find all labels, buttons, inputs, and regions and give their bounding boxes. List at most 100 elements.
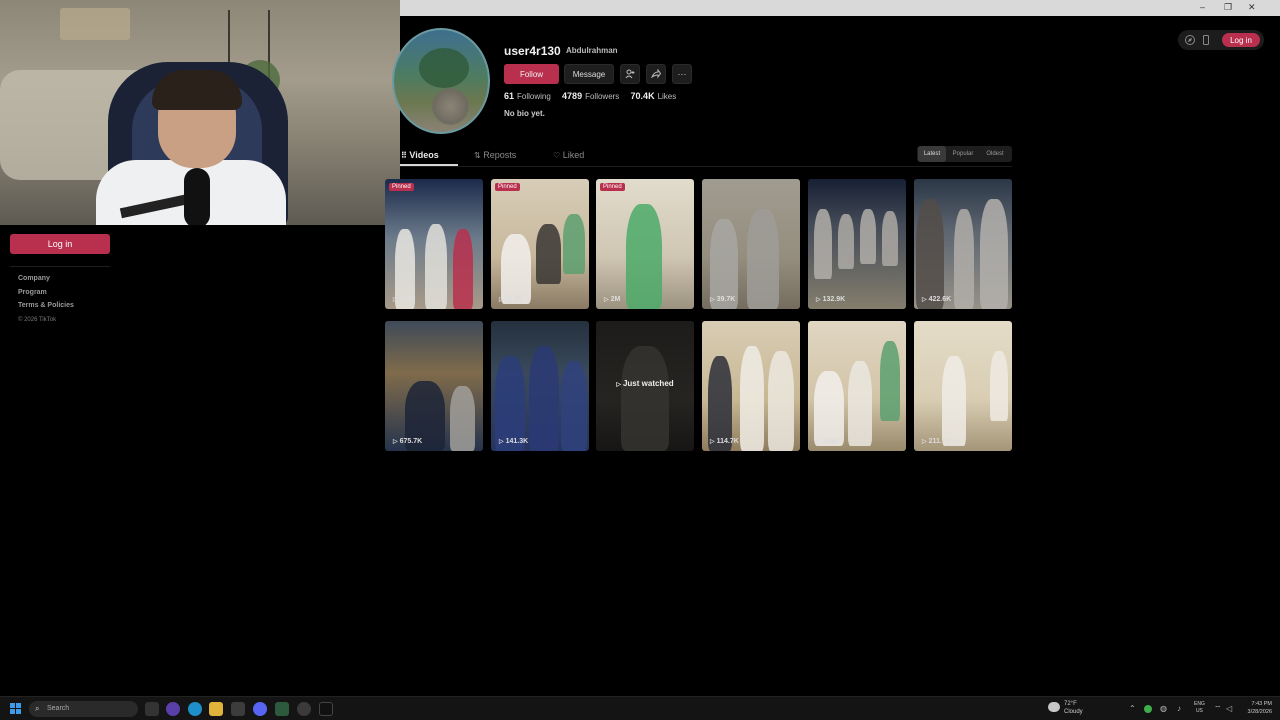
- discord-icon[interactable]: [253, 702, 267, 716]
- profile-username: user4r130: [504, 44, 561, 58]
- webcam-shelf: [60, 8, 130, 40]
- play-icon: ▷: [816, 297, 821, 303]
- tab-reposts[interactable]: ⇅ Reposts: [474, 150, 516, 160]
- search-placeholder: Search: [47, 705, 70, 712]
- share-icon[interactable]: [646, 64, 666, 84]
- video-views: ▷ 141.3K: [499, 438, 529, 445]
- video-views: ▷ 39.7K: [710, 296, 736, 303]
- video-tile[interactable]: ▷ 141.3K: [491, 321, 589, 451]
- wifi-icon[interactable]: ⌔: [1214, 704, 1222, 714]
- sidebar-divider: [10, 266, 110, 267]
- followers-count[interactable]: 4789: [562, 91, 582, 101]
- sidebar-login-button[interactable]: Log in: [10, 234, 110, 254]
- restore-icon[interactable]: ❐: [1224, 2, 1232, 13]
- sort-popular[interactable]: Popular: [948, 146, 978, 162]
- taskbar-clock[interactable]: 7:43 PM 3/28/2026: [1240, 700, 1272, 716]
- phone-icon[interactable]: [1200, 34, 1212, 46]
- tab-label: Liked: [562, 150, 585, 160]
- video-views: ▷ 675.7K: [393, 438, 423, 445]
- play-icon: ▷: [393, 439, 398, 445]
- video-views: ▷ 211.7K: [922, 438, 951, 445]
- edge-icon[interactable]: [188, 702, 202, 716]
- following-label: Following: [517, 92, 551, 101]
- play-icon: ▷: [499, 439, 504, 445]
- video-tile[interactable]: Pinned ▷ 6959: [385, 179, 483, 309]
- play-icon: ▷: [922, 439, 927, 445]
- video-tile[interactable]: ▷ 675.7K: [385, 321, 483, 451]
- xbox-icon[interactable]: [275, 702, 289, 716]
- video-views: ▷ 422.6K: [922, 296, 952, 303]
- windows-start-icon[interactable]: [10, 703, 22, 715]
- profile-stats: 61 Following 4789 Followers 70.4K Likes: [504, 91, 685, 101]
- follow-button[interactable]: Follow: [504, 64, 559, 84]
- video-tile[interactable]: Pinned ▷ 413K: [491, 179, 589, 309]
- video-tile[interactable]: ▷ 114.7K: [702, 321, 800, 451]
- more-options-icon[interactable]: ⋯: [672, 64, 692, 84]
- sort-oldest[interactable]: Oldest: [980, 146, 1010, 162]
- minimize-icon[interactable]: –: [1200, 2, 1205, 12]
- tray-overflow-icon[interactable]: ⌃: [1129, 704, 1136, 713]
- weather-desc: Cloudy: [1064, 709, 1083, 715]
- search-icon: ⌕: [35, 704, 40, 713]
- grid-icon: ⠿: [401, 151, 407, 160]
- browser-title-bar: – ❐ ✕: [400, 0, 1280, 16]
- pinned-badge: Pinned: [495, 183, 520, 191]
- close-icon[interactable]: ✕: [1248, 2, 1256, 13]
- footer-link-terms[interactable]: Terms & Policies: [18, 302, 74, 316]
- taskbar-search[interactable]: ⌕ Search: [29, 701, 138, 717]
- tray-app-icon[interactable]: [1144, 705, 1152, 713]
- tiktok-icon[interactable]: [319, 702, 333, 716]
- video-views: ▷ 2M: [604, 296, 621, 303]
- volume-icon[interactable]: ◁: [1226, 704, 1232, 713]
- microphone-icon[interactable]: ♪: [1177, 704, 1181, 713]
- video-tile[interactable]: Pinned ▷ 2M: [596, 179, 694, 309]
- top-login-button[interactable]: Log in: [1222, 33, 1260, 47]
- video-views: ▷ 6959: [393, 296, 416, 303]
- video-tile[interactable]: ▷ 146K: [808, 321, 906, 451]
- footer-link-company[interactable]: Company: [18, 275, 74, 289]
- repost-icon: ⇅: [474, 151, 481, 160]
- video-tile[interactable]: ▷ 422.6K: [914, 179, 1012, 309]
- tab-videos[interactable]: ⠿ Videos: [401, 150, 439, 160]
- tabs-divider: [400, 166, 1012, 167]
- footer-link-program[interactable]: Program: [18, 289, 74, 303]
- play-icon: ▷: [710, 297, 715, 303]
- video-tile[interactable]: ▷ Just watched: [596, 321, 694, 451]
- video-tile[interactable]: ▷ 211.7K: [914, 321, 1012, 451]
- settings-icon[interactable]: [297, 702, 311, 716]
- likes-label: Likes: [657, 92, 677, 101]
- weather-widget[interactable]: 72°F Cloudy: [1048, 700, 1083, 716]
- video-tile[interactable]: ▷ 132.9K: [808, 179, 906, 309]
- profile-avatar[interactable]: [392, 28, 490, 134]
- play-icon: ▷: [922, 297, 927, 303]
- task-view-icon[interactable]: [145, 702, 159, 716]
- language-indicator[interactable]: ENG US: [1194, 701, 1205, 715]
- play-icon: ▷: [816, 439, 821, 445]
- video-views: ▷ 132.9K: [816, 296, 846, 303]
- weather-icon: [1048, 702, 1060, 712]
- file-explorer-icon[interactable]: [209, 702, 223, 716]
- webcam-person-hair: [152, 70, 242, 110]
- add-friend-icon[interactable]: [620, 64, 640, 84]
- play-icon: ▷: [393, 297, 398, 303]
- weather-temp: 72°F: [1064, 701, 1077, 707]
- store-icon[interactable]: [231, 702, 245, 716]
- following-count[interactable]: 61: [504, 91, 514, 101]
- video-views: ▷ 146K: [816, 438, 840, 445]
- message-button[interactable]: Message: [564, 64, 614, 84]
- pinned-badge: Pinned: [389, 183, 414, 191]
- copyright-text: © 2026 TikTok: [18, 316, 57, 323]
- compass-icon[interactable]: [1184, 34, 1196, 46]
- followers-label: Followers: [585, 92, 620, 101]
- video-tile[interactable]: ▷ 39.7K: [702, 179, 800, 309]
- tab-liked[interactable]: ♡ Liked: [553, 150, 584, 160]
- sort-latest[interactable]: Latest: [918, 146, 946, 162]
- profile-nickname: Abdulrahman: [566, 46, 618, 55]
- likes-count: 70.4K: [630, 91, 655, 101]
- tab-label: Videos: [409, 150, 439, 160]
- play-icon: ▷: [710, 439, 715, 445]
- avatar-palm: [419, 48, 469, 88]
- top-actions: Log in: [1178, 30, 1264, 50]
- tray-network-icon[interactable]: ◍: [1160, 704, 1167, 713]
- copilot-icon[interactable]: [166, 702, 180, 716]
